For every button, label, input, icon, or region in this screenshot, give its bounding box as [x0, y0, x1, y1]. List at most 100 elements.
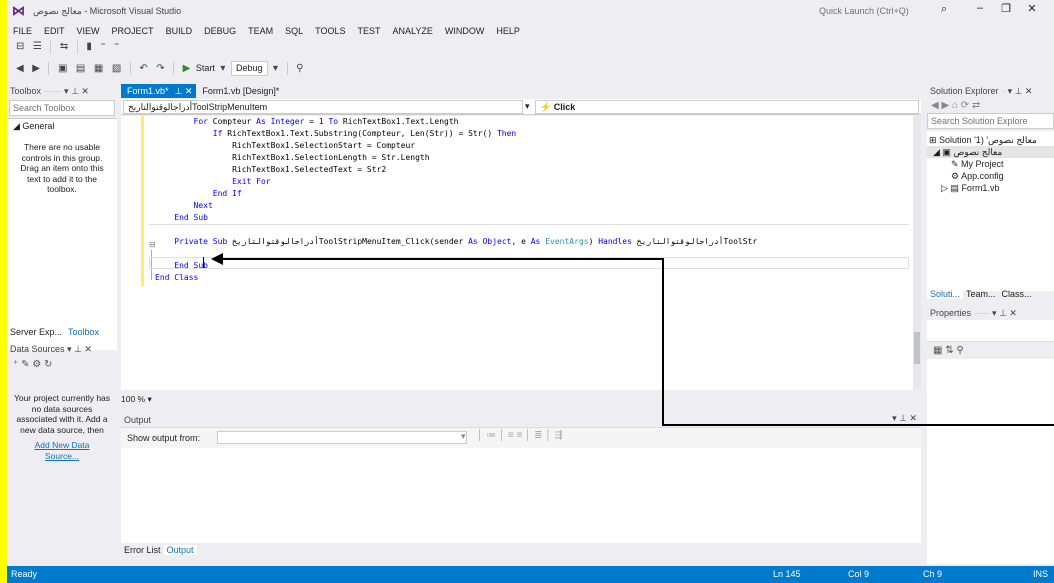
code-line: RichTextBox1.SelectionLength = Str.Lengt… [155, 152, 429, 164]
back-icon[interactable]: ◀ [13, 62, 27, 76]
solution-item[interactable]: ◢ ▣ معالج نصوص [927, 146, 1054, 158]
home-icon[interactable]: ⌂ [952, 100, 958, 111]
pin-icon[interactable]: ▾ ⊥ ✕ [67, 344, 92, 354]
code-keyword: Handles [598, 237, 632, 246]
class-dropdown[interactable]: أدراجالوقتوالتاريخToolStripMenuItem [123, 100, 523, 114]
chevron-icon[interactable]: ◢ [933, 147, 942, 157]
scrollbar-thumb[interactable] [914, 332, 920, 364]
toolbox-tab-1[interactable]: Toolbox [65, 327, 103, 337]
edit-icon[interactable]: ✎ [21, 359, 29, 370]
toolbar-divider [50, 40, 52, 54]
output-actions-icon[interactable]: │ ≔ │ ≡ ≡ │ ≣ │ ⇶ [477, 430, 563, 441]
forward-icon[interactable]: ▶ [29, 62, 43, 76]
chevron-down-icon[interactable]: ▾ [270, 62, 281, 76]
code-editor[interactable]: ⊟ For Compteur As Integer = 1 To RichTex… [121, 116, 913, 390]
configure-icon[interactable]: ⚙ [32, 359, 41, 370]
chevron-icon[interactable]: ▷ [941, 183, 950, 193]
window-title: معالج نصوص - Microsoft Visual Studio [33, 6, 182, 16]
categorized-icon[interactable]: ▦ [933, 345, 942, 356]
save-all-icon[interactable]: ▧ [109, 62, 124, 76]
undo-icon[interactable]: ↶ [136, 62, 150, 76]
toolbox-group[interactable]: ◢ General [7, 119, 117, 134]
menu-item-help[interactable]: HELP [490, 22, 526, 40]
output-source-dropdown[interactable] [217, 431, 467, 444]
comment-icon[interactable]: ⁼ [97, 40, 108, 54]
solution-item[interactable]: ⚙ App.config [927, 170, 1054, 182]
find-icon[interactable]: ⚲ [293, 62, 306, 76]
output-tab-1[interactable]: Output [163, 545, 197, 555]
back-icon[interactable]: ◀ [931, 100, 939, 111]
data-sources-toolbar: ⁺ ✎ ⚙ ↻ [7, 356, 117, 373]
solution-item[interactable]: ⊞ Solution 'معالج نصوص' (1 [927, 134, 1054, 146]
menu-item-analyze[interactable]: ANALYZE [387, 22, 439, 40]
property-pages-icon[interactable]: ⚲ [956, 345, 963, 356]
add-new-data-source-link[interactable]: Add New Data Source... [7, 435, 117, 461]
toolbox-search-input[interactable]: Search Toolbox [9, 100, 115, 116]
menu-item-file[interactable]: FILE [7, 22, 38, 40]
add-data-source-icon[interactable]: ⁺ [13, 359, 18, 370]
method-dropdown[interactable]: ⚡ Click [535, 100, 919, 114]
code-type: EventArgs [545, 237, 589, 246]
forward-icon[interactable]: ▶ [941, 100, 949, 111]
vs-logo-icon: ⋈ [12, 3, 25, 18]
uncomment-icon[interactable]: ⁼ [111, 40, 122, 54]
chevron-down-icon[interactable]: ▾ [147, 394, 151, 404]
solution-tab-2[interactable]: Class... [999, 289, 1035, 299]
solution-item[interactable]: ▷ ▤ Form1.vb [927, 182, 1054, 194]
toolbar-divider [48, 62, 50, 75]
align-icon[interactable]: ☰ [30, 40, 45, 54]
menu-item-test[interactable]: TEST [351, 22, 386, 40]
menu-item-team[interactable]: TEAM [242, 22, 279, 40]
solution-tab-0[interactable]: Soluti... [927, 289, 964, 299]
sync-icon[interactable]: ⟳ [961, 100, 969, 111]
menu-item-debug[interactable]: DEBUG [198, 22, 242, 40]
restore-button[interactable]: ❐ [993, 2, 1019, 15]
open-file-icon[interactable]: ▤ [73, 62, 88, 76]
tab-close-icon[interactable]: ⊥ ✕ [174, 84, 197, 98]
new-project-icon[interactable]: ▣ [55, 62, 70, 76]
menu-item-window[interactable]: WINDOW [439, 22, 491, 40]
code-line: For Compteur As Integer = 1 To RichTextB… [155, 116, 459, 128]
quick-launch-input[interactable]: Quick Launch (Ctrl+Q) [816, 3, 936, 19]
solution-search-input[interactable]: Search Solution Explore [927, 113, 1054, 129]
properties-object-selector[interactable] [927, 320, 1054, 342]
minimize-button[interactable]: – [967, 2, 993, 14]
solution-tab-1[interactable]: Team... [963, 289, 999, 299]
pin-icon[interactable]: ▾ ⊥ ✕ [1008, 86, 1033, 96]
close-button[interactable]: ✕ [1019, 2, 1045, 15]
menu-item-edit[interactable]: EDIT [38, 22, 71, 40]
save-icon[interactable]: ▦ [91, 62, 106, 76]
chevron-down-icon[interactable]: ▾ [461, 431, 466, 442]
chevron-down-icon[interactable]: ▾ [525, 101, 530, 112]
start-button[interactable]: Start [196, 63, 215, 73]
zoom-level[interactable]: 100 % [121, 394, 145, 404]
solution-explorer-header: Solution Explorer ·· ▾ ⊥ ✕ [930, 86, 1033, 96]
solution-item[interactable]: ✎ My Project [927, 158, 1054, 170]
navigate-icon[interactable]: ⇆ [57, 40, 71, 54]
config-dropdown[interactable]: Debug [230, 61, 268, 76]
output-source-label: Show output from: [127, 433, 201, 443]
pin-icon[interactable]: ▾ ⊥ ✕ [64, 86, 89, 96]
code-keyword: End Sub [174, 213, 208, 222]
output-tab-0[interactable]: Error List [121, 545, 164, 555]
redo-icon[interactable]: ↷ [153, 62, 167, 76]
alphabetical-icon[interactable]: ⇅ [945, 345, 953, 356]
tab-form1-design[interactable]: Form1.vb [Design]* [196, 84, 285, 98]
code-line: Private Sub أدراجالوقتوالتاريخToolStripM… [155, 236, 757, 248]
pin-icon[interactable]: ▾ ⊥ ✕ [892, 413, 917, 424]
data-sources-title: Data Sources [10, 344, 65, 354]
format-icon[interactable]: ⊟ [13, 40, 27, 54]
bookmark-icon[interactable]: ▮ [83, 40, 95, 54]
menu-item-view[interactable]: VIEW [71, 22, 106, 40]
menu-item-sql[interactable]: SQL [279, 22, 309, 40]
menu-item-project[interactable]: PROJECT [106, 22, 160, 40]
menu-item-build[interactable]: BUILD [160, 22, 199, 40]
menu-item-tools[interactable]: TOOLS [309, 22, 351, 40]
vertical-scrollbar[interactable] [913, 116, 921, 390]
toolbox-tab-0[interactable]: Server Exp... [7, 327, 65, 337]
refresh-icon[interactable]: ↻ [44, 359, 52, 370]
tab-form1-code[interactable]: Form1.vb* [121, 84, 175, 98]
refresh-icon[interactable]: ⇄ [972, 100, 980, 111]
pin-icon[interactable]: ▾ ⊥ ✕ [992, 308, 1017, 318]
